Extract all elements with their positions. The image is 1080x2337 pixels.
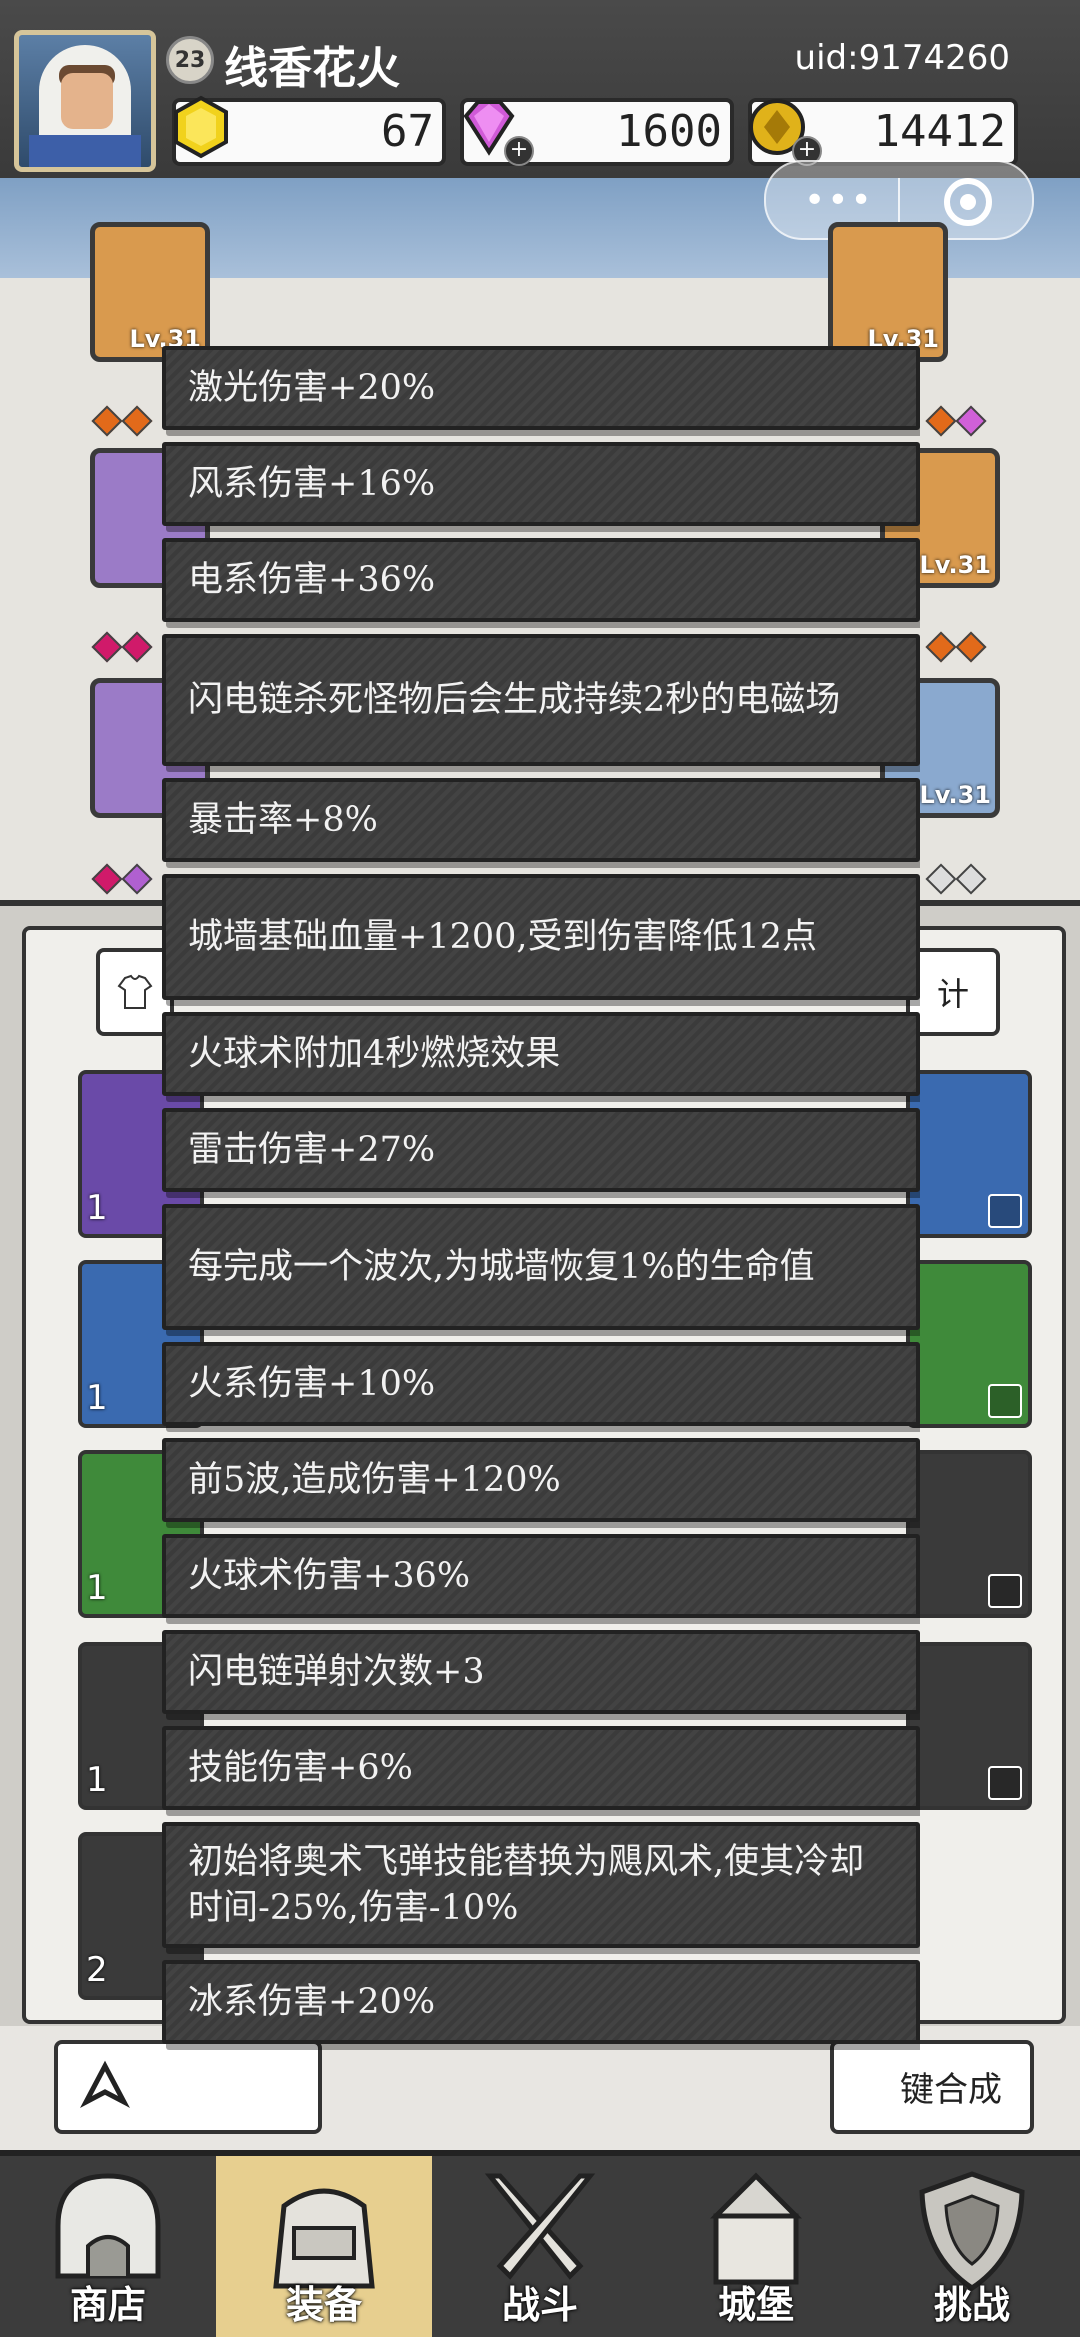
inventory-item-grey-stone[interactable] bbox=[906, 1450, 1032, 1618]
nav-challenge[interactable]: 挑战 bbox=[864, 2156, 1080, 2337]
nav-shop[interactable]: 商店 bbox=[0, 2156, 216, 2337]
coin-value: 14412 bbox=[873, 106, 1006, 157]
inventory-item-grey-stone[interactable] bbox=[906, 1642, 1032, 1810]
player-level-badge: 23 bbox=[166, 36, 214, 84]
arrow-up-icon bbox=[80, 2060, 130, 2108]
bottom-navigation: 商店 装备 战斗 城堡 挑战 bbox=[0, 2150, 1080, 2337]
diamond-value: 1600 bbox=[616, 106, 722, 157]
yellow-gem-icon bbox=[174, 95, 228, 159]
affix-item: 每完成一个波次,为城墙恢复1%的生命值 bbox=[162, 1204, 920, 1330]
affix-item: 闪电链弹射次数+3 bbox=[162, 1630, 920, 1714]
stats-button[interactable]: 计 bbox=[906, 948, 1000, 1036]
diamond-counter[interactable]: 1600 + bbox=[460, 98, 734, 166]
gem-row bbox=[925, 405, 987, 437]
affix-item: 风系伤害+16% bbox=[162, 442, 920, 526]
affix-item: 城墙基础血量+1200,受到伤害降低12点 bbox=[162, 874, 920, 1000]
nav-battle[interactable]: 战斗 bbox=[432, 2156, 648, 2337]
affix-item: 电系伤害+36% bbox=[162, 538, 920, 622]
shop-icon bbox=[55, 2173, 161, 2279]
affix-item: 火系伤害+10% bbox=[162, 1342, 920, 1426]
more-options-icon[interactable]: ••• bbox=[804, 180, 874, 221]
inventory-item-green-crystal[interactable] bbox=[906, 1260, 1032, 1428]
affix-item: 激光伤害+20% bbox=[162, 346, 920, 430]
gem-row bbox=[91, 863, 153, 895]
close-mini-program-icon[interactable] bbox=[944, 178, 992, 226]
gem-row bbox=[91, 405, 153, 437]
gem-row bbox=[925, 631, 987, 663]
player-name: 线香花火 bbox=[224, 43, 400, 94]
nav-castle[interactable]: 城堡 bbox=[648, 2156, 864, 2337]
affix-item: 火球术伤害+36% bbox=[162, 1534, 920, 1618]
affix-item: 前5波,造成伤害+120% bbox=[162, 1438, 920, 1522]
gem-row bbox=[91, 631, 153, 663]
affix-item: 雷击伤害+27% bbox=[162, 1108, 920, 1192]
affix-item: 闪电链杀死怪物后会生成持续2秒的电磁场 bbox=[162, 634, 920, 766]
gem-row bbox=[925, 863, 987, 895]
affix-item: 初始将奥术飞弹技能替换为飓风术,使其冷却时间-25%,伤害-10% bbox=[162, 1822, 920, 1948]
affix-item: 暴击率+8% bbox=[162, 778, 920, 862]
top-header: 23 线香花火 uid:9174260 67 1600 + 14412 + bbox=[0, 0, 1080, 178]
affix-item: 冰系伤害+20% bbox=[162, 1960, 920, 2044]
player-uid: uid:9174260 bbox=[794, 38, 1010, 78]
nav-equipment[interactable]: 装备 bbox=[216, 2156, 432, 2337]
gold-gem-value: 67 bbox=[381, 106, 434, 157]
inventory-item-blue-crystal[interactable] bbox=[906, 1070, 1032, 1238]
gold-gem-counter[interactable]: 67 bbox=[172, 95, 446, 166]
add-diamond-icon[interactable]: + bbox=[504, 136, 534, 166]
equip-slot-weapon[interactable]: Lv.31 bbox=[828, 222, 948, 362]
affix-item: 技能伤害+6% bbox=[162, 1726, 920, 1810]
equip-slot-helmet[interactable]: Lv.31 bbox=[90, 222, 210, 362]
player-avatar[interactable] bbox=[14, 30, 156, 172]
affix-item: 火球术附加4秒燃烧效果 bbox=[162, 1012, 920, 1096]
coin-counter[interactable]: 14412 + bbox=[748, 98, 1018, 166]
affix-list-popup[interactable]: 激光伤害+20% 风系伤害+16% 电系伤害+36% 闪电链杀死怪物后会生成持续… bbox=[162, 346, 920, 2096]
shirt-icon bbox=[117, 974, 153, 1009]
